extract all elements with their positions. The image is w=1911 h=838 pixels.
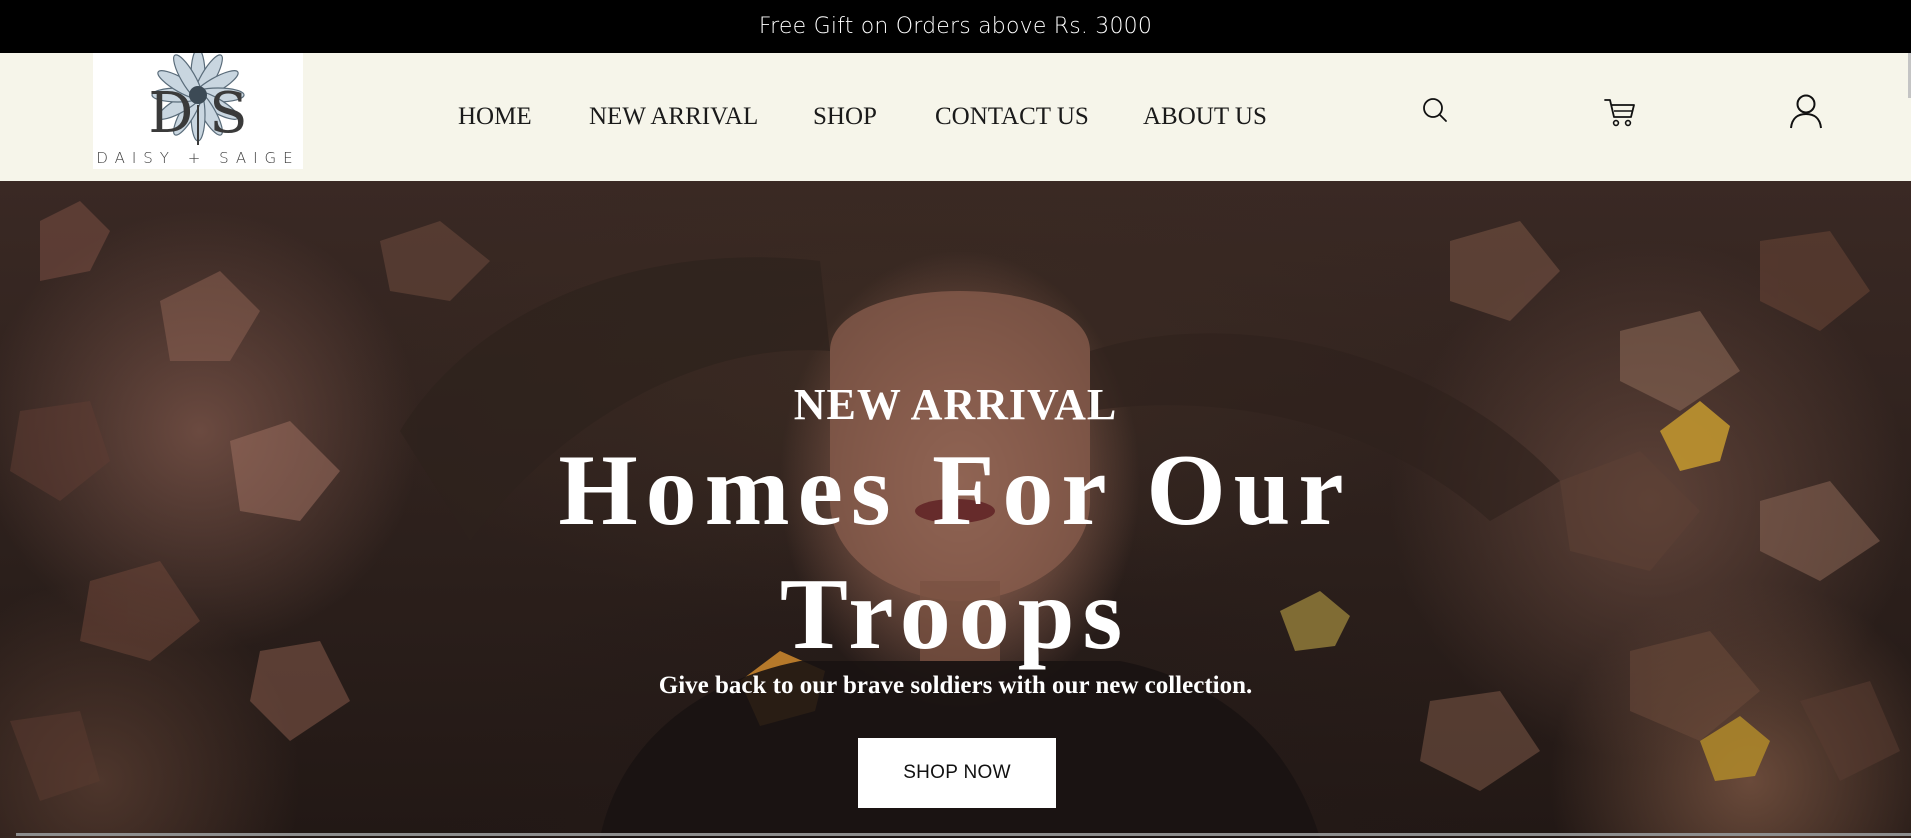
hero-subline: Give back to our brave soldiers with our…: [658, 672, 1253, 699]
logo-monogram: DS: [93, 83, 303, 145]
nav-shop[interactable]: SHOP: [813, 103, 877, 131]
logo-wordmark: DAISY + SAIGE: [96, 149, 300, 167]
nav-new-arrival[interactable]: NEW ARRIVAL: [589, 103, 758, 131]
cart-icon[interactable]: [1603, 96, 1637, 133]
monogram-s: S: [209, 81, 248, 146]
hero-eyebrow: NEW ARRIVAL: [793, 380, 1118, 429]
user-icon[interactable]: [1789, 93, 1823, 134]
announcement-text: Free Gift on Orders above Rs. 3000: [758, 14, 1153, 39]
hero-content: NEW ARRIVAL Homes For Our Troops Give ba…: [0, 181, 1911, 838]
site-header: DS DAISY + SAIGE HOME NEW ARRIVAL SHOP C…: [0, 53, 1911, 181]
hero-banner: NEW ARRIVAL Homes For Our Troops Give ba…: [0, 181, 1911, 838]
hero-divider: [16, 833, 1911, 836]
nav-contact-us[interactable]: CONTACT US: [935, 103, 1089, 131]
nav-about-us[interactable]: ABOUT US: [1143, 103, 1267, 131]
brand-logo[interactable]: DS DAISY + SAIGE: [93, 53, 303, 169]
search-icon[interactable]: [1420, 95, 1450, 130]
shop-now-button[interactable]: SHOP NOW: [858, 738, 1056, 808]
announcement-bar: Free Gift on Orders above Rs. 3000: [0, 0, 1911, 53]
hero-headline: Homes For Our Troops: [558, 434, 1352, 671]
nav-home[interactable]: HOME: [458, 103, 532, 131]
monogram-d: D: [148, 81, 194, 146]
